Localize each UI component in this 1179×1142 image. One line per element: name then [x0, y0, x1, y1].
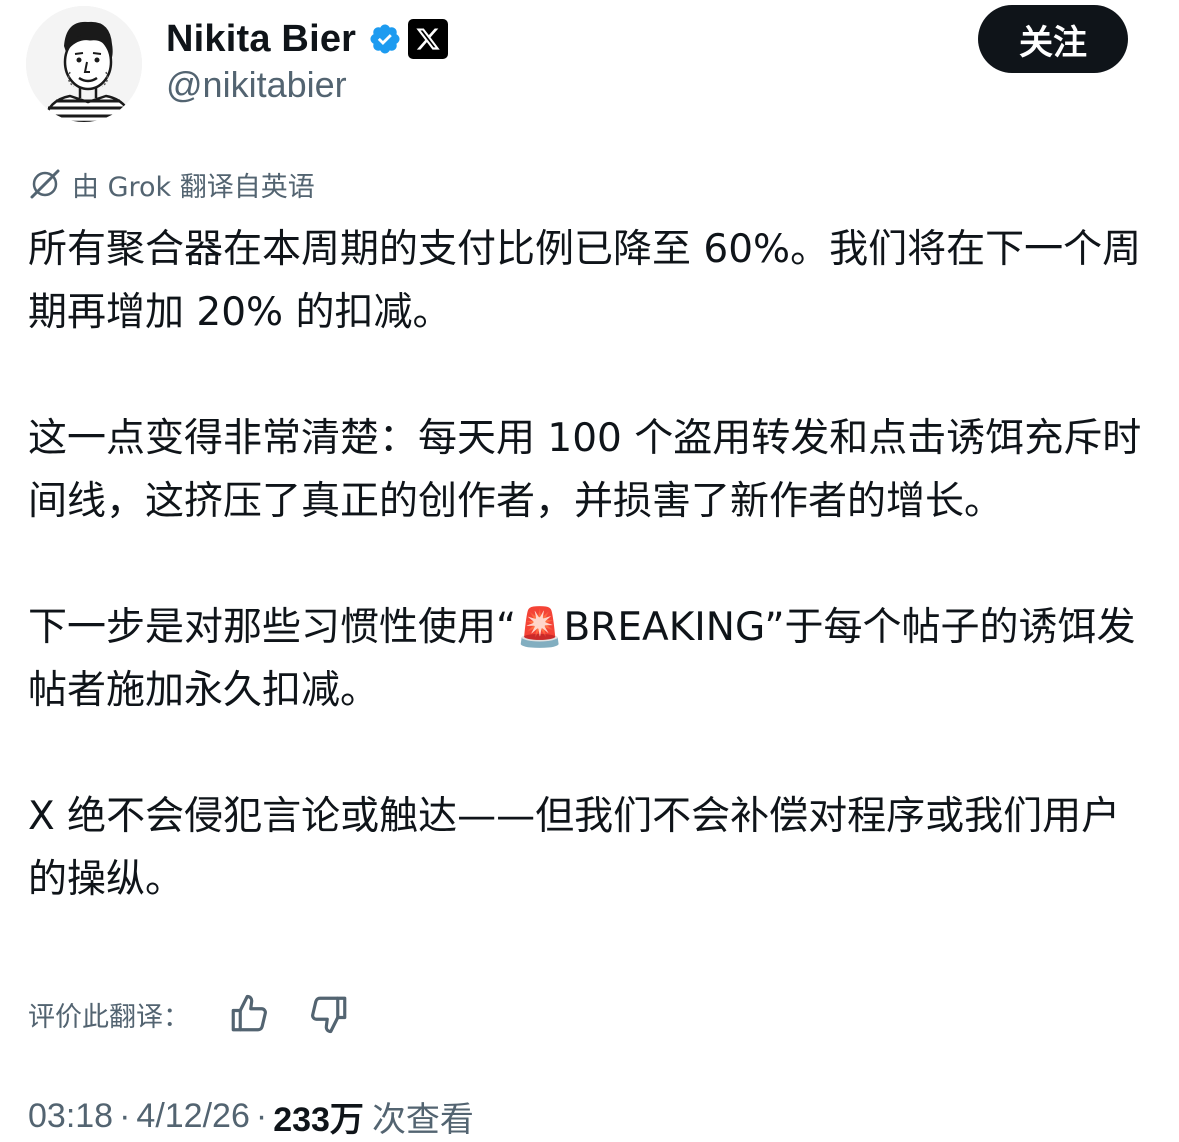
- tweet-text: 所有聚合器在本周期的支付比例已降至 60%。我们将在下一个周期再增加 20% 的…: [28, 218, 1158, 911]
- tweet-paragraph: 下一步是对那些习惯性使用“🚨BREAKING”于每个帖子的诱饵发帖者施加永久扣减…: [28, 596, 1158, 722]
- tweet-paragraph: 所有聚合器在本周期的支付比例已降至 60%。我们将在下一个周期再增加 20% 的…: [28, 227, 1142, 335]
- tweet-header: Nikita Bier @nikitabier 关注: [0, 0, 1179, 130]
- tweet-meta: 03:18 · 4/12/26 · 233万 次查看: [28, 1092, 474, 1140]
- tweet-time[interactable]: 03:18: [28, 1097, 113, 1136]
- author-handle[interactable]: @nikitabier: [166, 64, 347, 106]
- grok-icon: [28, 167, 62, 201]
- views-count: 233万: [273, 1100, 364, 1139]
- translation-notice[interactable]: 由 Grok 翻译自英语: [28, 164, 315, 204]
- rate-translation-row: 评价此翻译：: [28, 990, 350, 1038]
- thumbs-down-icon[interactable]: [308, 993, 350, 1035]
- translation-label: 由 Grok 翻译自英语: [72, 171, 315, 203]
- meta-separator: ·: [255, 1096, 268, 1135]
- rate-translation-label: 评价此翻译：: [28, 1001, 190, 1033]
- tweet-paragraph: X 绝不会侵犯言论或触达——但我们不会补偿对程序或我们用户的操纵。: [28, 794, 1121, 902]
- tweet-text-segment: 下一步是对那些习惯性使用“: [28, 605, 517, 650]
- author-display-name[interactable]: Nikita Bier: [166, 18, 356, 61]
- tweet-paragraph: 这一点变得非常清楚：每天用 100 个盗用转发和点击诱饵充斥时间线，这挤压了真正…: [28, 416, 1142, 524]
- x-logo-icon[interactable]: [408, 19, 449, 59]
- siren-emoji-icon: 🚨: [516, 605, 564, 649]
- meta-separator: ·: [119, 1096, 131, 1135]
- verified-badge-icon[interactable]: [368, 22, 402, 56]
- views-label: 次查看: [371, 1099, 474, 1140]
- thumbs-up-icon[interactable]: [228, 993, 270, 1035]
- follow-button[interactable]: 关注: [978, 5, 1128, 73]
- avatar-illustration: [26, 6, 142, 122]
- author-name-row: Nikita Bier: [166, 14, 449, 64]
- tweet-date[interactable]: 4/12/26: [136, 1097, 249, 1136]
- avatar[interactable]: [26, 6, 142, 122]
